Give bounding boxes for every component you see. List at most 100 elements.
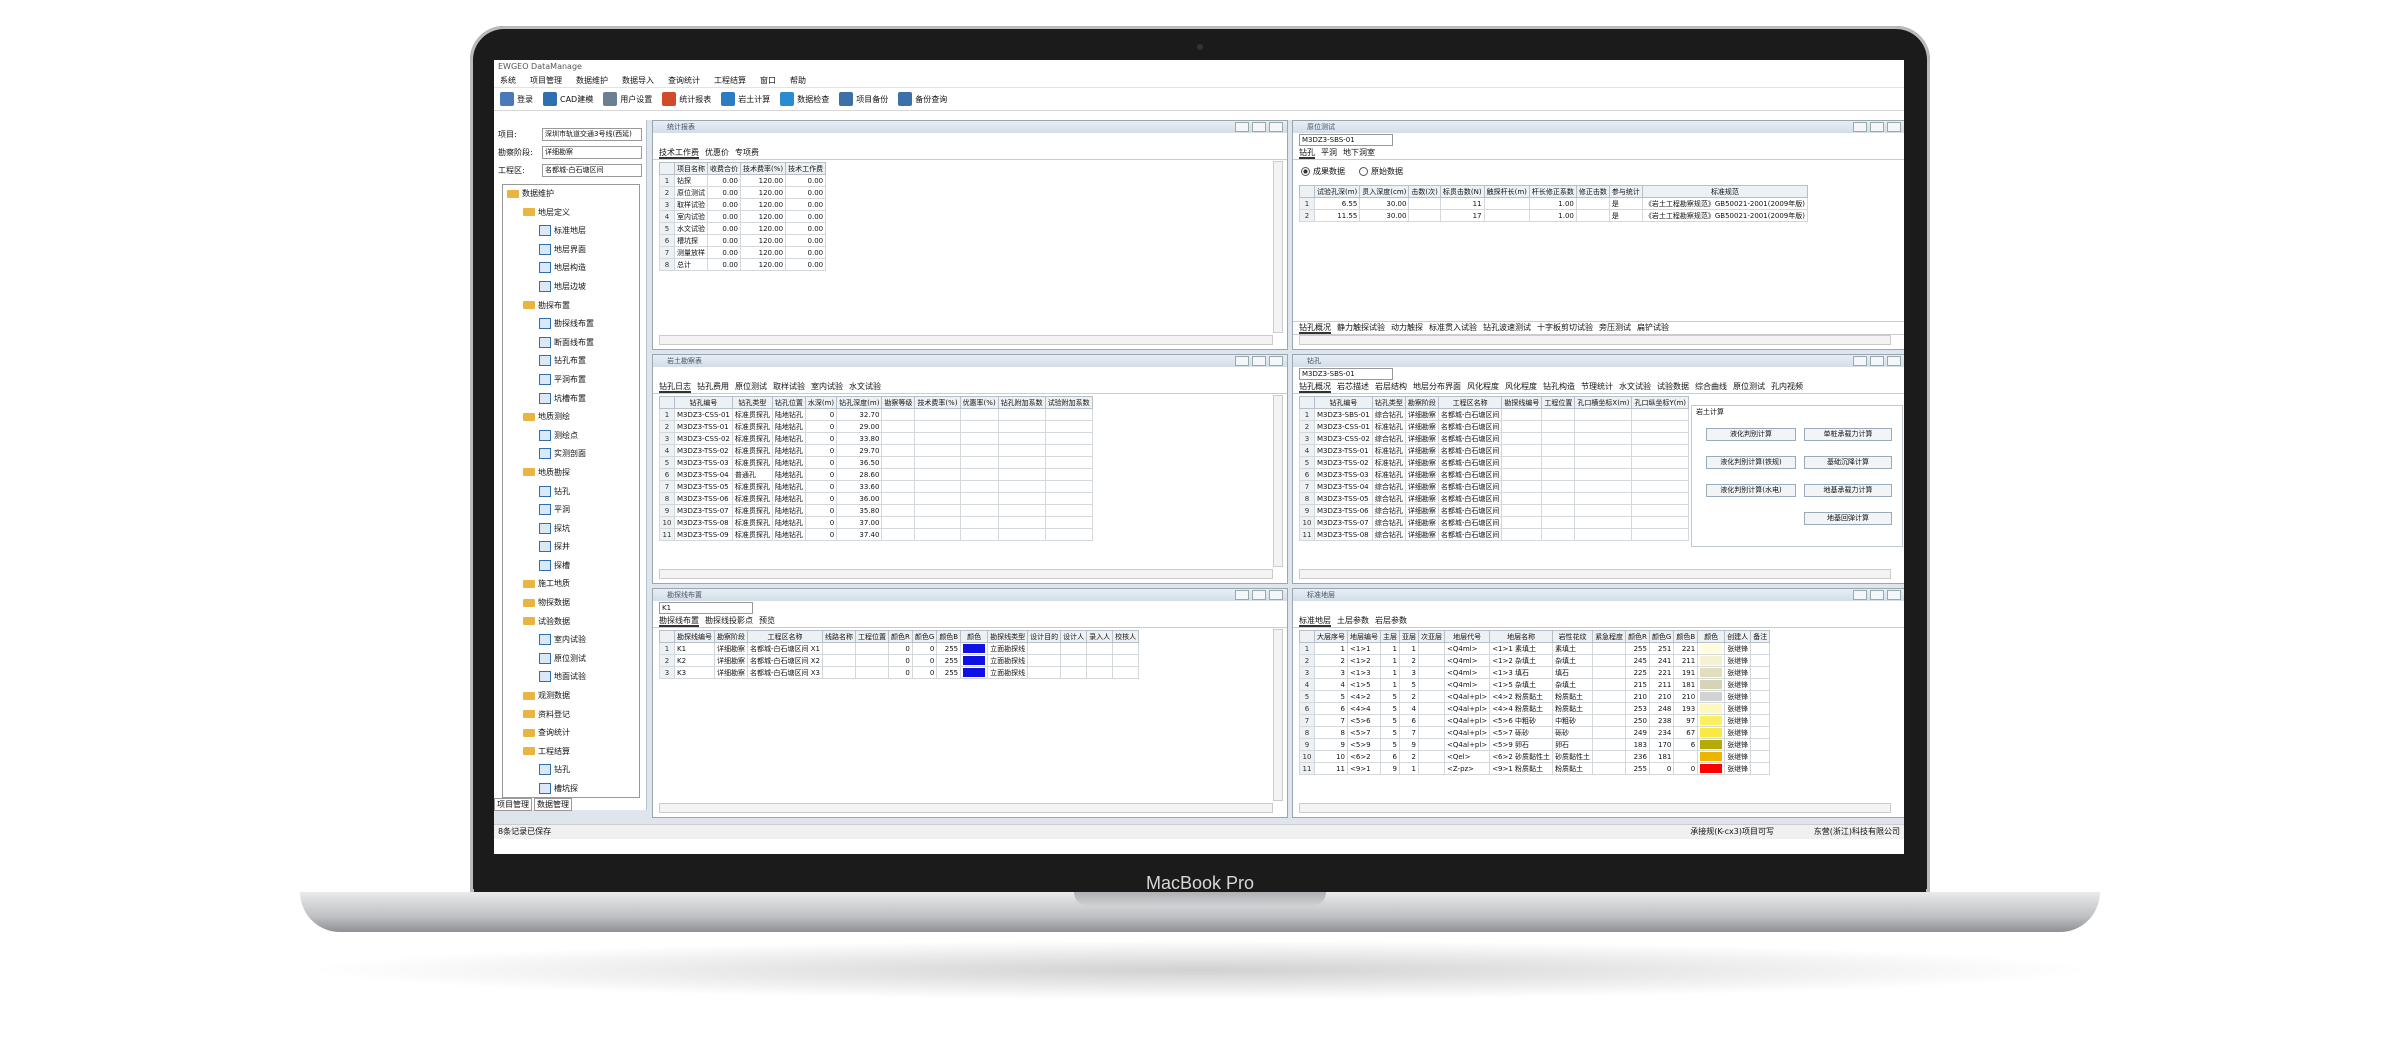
table-cell[interactable]: <5>7 砾砂 <box>1489 726 1554 739</box>
minimize-icon[interactable] <box>1853 356 1867 366</box>
tree-node[interactable]: 探坑 <box>503 520 639 539</box>
table-cell[interactable] <box>1574 420 1633 433</box>
table-cell[interactable] <box>881 456 916 469</box>
table-cell[interactable]: M3DZ3-TSS-09 <box>674 528 733 541</box>
table-cell[interactable] <box>1060 642 1088 655</box>
table-cell[interactable]: 详细勘察 <box>1404 504 1439 517</box>
table-cell[interactable]: 2 <box>1399 690 1419 703</box>
table-cell[interactable]: 251 <box>1648 642 1675 655</box>
table-row[interactable]: 8 8 <5>7 5 7 <Q4al+pl> <5>7 砾砂 砾砂 249 234 67 张继锋 <box>1299 726 1771 739</box>
table-cell[interactable] <box>881 468 916 481</box>
table-cell[interactable]: 191 <box>1673 666 1699 679</box>
table-cell[interactable]: M3DZ3-TSS-05 <box>1314 492 1373 505</box>
panel-tab[interactable]: 水文试验 <box>849 381 881 393</box>
table-cell[interactable] <box>1592 714 1627 727</box>
table-cell[interactable]: 0 <box>804 516 838 529</box>
table-row[interactable]: 4 室内试验 0.00 120.00 0.00 <box>659 210 827 223</box>
table-cell[interactable] <box>1574 432 1633 445</box>
panel-tab[interactable]: 风化程度 <box>1467 381 1499 393</box>
table-cell[interactable]: 255 <box>936 666 962 679</box>
table-row[interactable]: 1 6.55 30.00 11 1.00 是《岩土工程勘察规范》GB50021-2001(… <box>1299 197 1809 210</box>
table-cell[interactable]: 170 <box>1648 738 1675 751</box>
menu-item[interactable]: 窗口 <box>760 74 776 87</box>
table-cell[interactable]: 6.55 <box>1313 197 1361 210</box>
table-cell[interactable]: 详细勘察 <box>1404 432 1439 445</box>
table-cell[interactable]: 120.00 <box>739 186 787 199</box>
table-row[interactable]: 3 K3 详细勘察 名都城-白石塘区间 X3 0 0 255 立面勘探线 <box>659 666 1140 679</box>
column-header[interactable]: 勘察阶段 <box>714 630 748 643</box>
table-cell[interactable]: 标准贯探孔 <box>731 432 773 445</box>
table-cell[interactable] <box>914 444 961 457</box>
table-cell[interactable]: 238 <box>1648 714 1675 727</box>
table-cell[interactable] <box>1112 642 1140 655</box>
table-cell[interactable]: <Q4al+pl> <box>1443 726 1491 739</box>
table-cell[interactable]: 标准贯探孔 <box>731 516 773 529</box>
table-cell[interactable]: 245 <box>1625 654 1650 667</box>
table-cell[interactable]: 详细勘察 <box>1404 456 1439 469</box>
table-cell[interactable] <box>1418 714 1445 727</box>
table-cell[interactable] <box>959 408 999 421</box>
menu-item[interactable]: 工程结算 <box>714 74 746 87</box>
table-cell[interactable]: M3DZ3-TSS-08 <box>1314 528 1373 541</box>
toolbar-button[interactable]: 项目备份 <box>839 92 888 106</box>
table-cell[interactable]: 张继锋 <box>1724 702 1752 715</box>
table-cell[interactable]: 详细勘察 <box>1404 528 1439 541</box>
table-cell[interactable]: 255 <box>936 642 962 655</box>
table-cell[interactable] <box>1541 528 1576 541</box>
table-cell[interactable]: 室内试验 <box>674 210 708 223</box>
column-header[interactable]: 技术费率(%) <box>914 396 961 409</box>
table-cell[interactable]: 0.00 <box>785 186 827 199</box>
table-cell[interactable] <box>855 654 889 667</box>
table-cell[interactable]: 0.00 <box>785 258 827 271</box>
table-cell[interactable]: 120.00 <box>739 258 787 271</box>
table-cell[interactable]: 120.00 <box>739 198 787 211</box>
table-cell[interactable]: 255 <box>936 654 962 667</box>
table-cell[interactable]: 4 <box>1399 702 1419 715</box>
table-cell[interactable] <box>1697 738 1726 751</box>
table-cell[interactable] <box>959 480 999 493</box>
table-cell[interactable]: 名都城-白石塘区间 X3 <box>747 666 823 679</box>
column-header[interactable]: 参与统计 <box>1608 185 1643 198</box>
table-cell[interactable]: 0.00 <box>785 234 827 247</box>
table-cell[interactable]: 陆地钻孔 <box>771 504 806 517</box>
table-cell[interactable]: 张继锋 <box>1724 750 1752 763</box>
table-cell[interactable]: 《岩土工程勘察规范》GB50021-2001(2009年版) <box>1641 197 1809 210</box>
table-cell[interactable]: 砂质黏性土 <box>1552 750 1594 763</box>
tree-node[interactable]: 勘探布置 <box>503 297 639 316</box>
maximize-icon[interactable] <box>1252 356 1266 366</box>
table-cell[interactable] <box>881 420 916 433</box>
column-header[interactable]: 工程位置 <box>1541 396 1576 409</box>
table-cell[interactable]: <5>7 <box>1347 726 1381 739</box>
table-cell[interactable]: 0.00 <box>707 174 741 187</box>
table-row[interactable]: 2 原位测试 0.00 120.00 0.00 <box>659 186 827 199</box>
table-cell[interactable] <box>959 444 999 457</box>
table-cell[interactable]: 0 <box>804 504 838 517</box>
table-cell[interactable] <box>1592 738 1627 751</box>
table-cell[interactable] <box>1044 456 1093 469</box>
table-row[interactable]: 10 10 <6>2 6 2 <Qel> <6>2 砂质黏性土 砂质黏性土 236 181 张继锋 <box>1299 750 1771 763</box>
table-row[interactable]: 6 M3DZ3-TSS-03 标准钻孔 详细勘察 名都城-白石塘区间 <box>1299 468 1690 481</box>
table-cell[interactable]: 名都城-白石塘区间 <box>1437 468 1503 481</box>
table-cell[interactable]: 名都城-白石塘区间 <box>1437 444 1503 457</box>
table-row[interactable]: 2 2 <1>2 1 2 <Q4ml> <1>2 杂填土 杂填土 245 241 211 张继锋 <box>1299 654 1771 667</box>
table-cell[interactable]: M3DZ3-TSS-08 <box>674 516 733 529</box>
tree-node[interactable]: 观测数据 <box>503 687 639 706</box>
column-header[interactable]: 线路名称 <box>822 630 856 643</box>
table-cell[interactable]: 11.55 <box>1313 209 1361 222</box>
table-cell[interactable]: 标准钻孔 <box>1371 468 1406 481</box>
column-header[interactable]: 勘察等级 <box>881 396 916 409</box>
panel-tab[interactable]: 预览 <box>759 615 775 627</box>
table-cell[interactable]: K3 <box>674 666 715 679</box>
tree-node[interactable]: 室内试验 <box>503 631 639 650</box>
table-cell[interactable] <box>1750 750 1771 763</box>
table-row[interactable]: 8 M3DZ3-TSS-05 综合钻孔 详细勘察 名都城-白石塘区间 <box>1299 492 1690 505</box>
calc-button[interactable]: 基础沉降计算 <box>1804 456 1892 469</box>
table-cell[interactable]: 标准贯探孔 <box>731 456 773 469</box>
table-cell[interactable] <box>960 642 989 655</box>
table-row[interactable]: 3 3 <1>3 1 3 <Q4ml> <1>3 填石 填石 225 221 191 张继锋 <box>1299 666 1771 679</box>
table-cell[interactable] <box>1408 197 1441 210</box>
table-cell[interactable]: 5 <box>1380 690 1400 703</box>
table-cell[interactable] <box>1697 750 1726 763</box>
tree-node[interactable]: 钻孔布置 <box>503 352 639 371</box>
vertical-scrollbar[interactable] <box>1273 395 1283 567</box>
